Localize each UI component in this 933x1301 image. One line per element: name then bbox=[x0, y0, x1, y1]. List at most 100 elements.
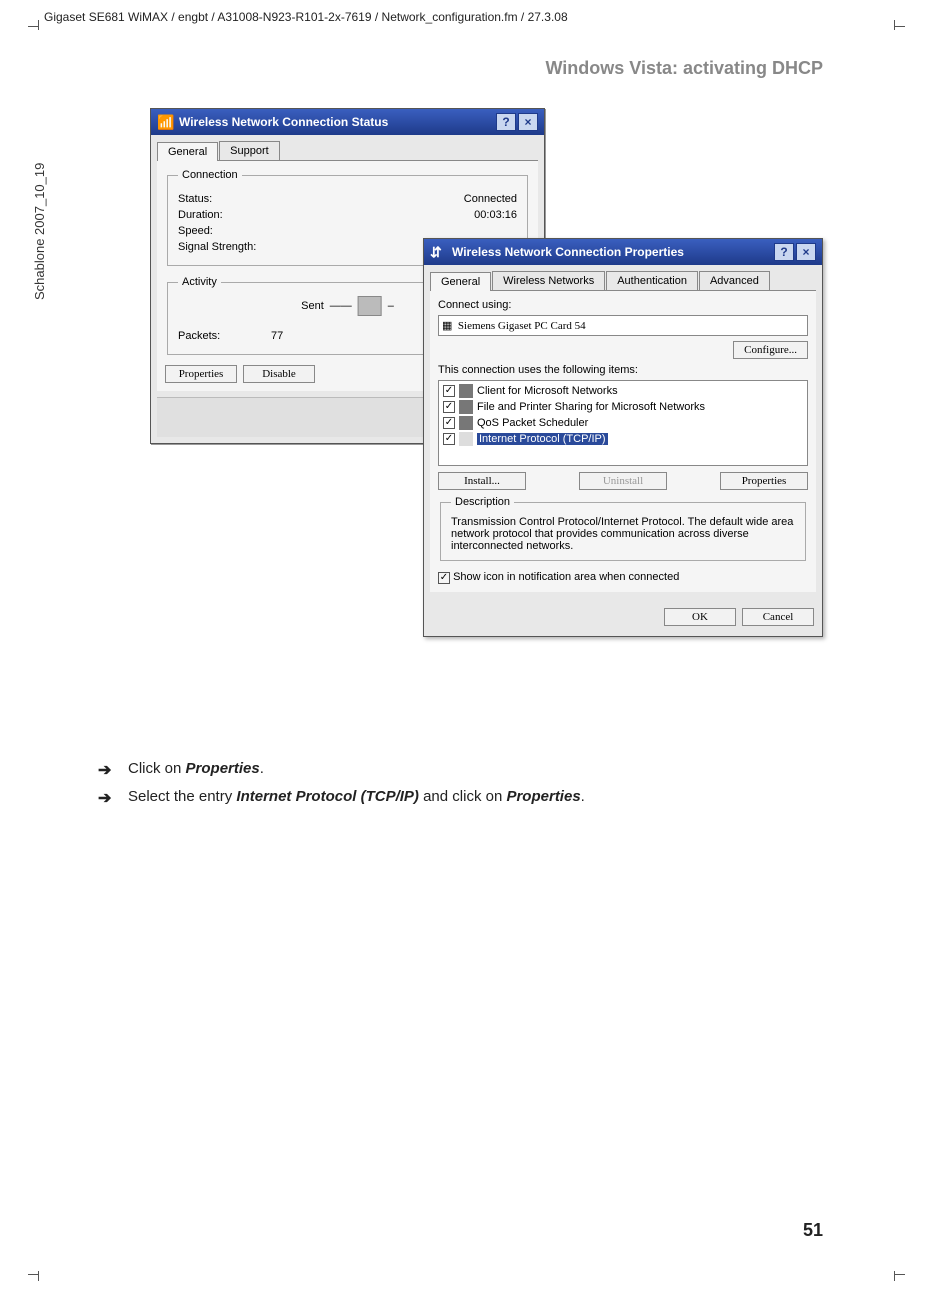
cancel-button[interactable]: Cancel bbox=[742, 608, 814, 626]
list-item-label: Client for Microsoft Networks bbox=[477, 385, 618, 397]
items-button-row: Install... Uninstall Properties bbox=[438, 472, 808, 490]
text: and click on bbox=[419, 788, 507, 805]
checkbox-icon[interactable]: ✓ bbox=[443, 417, 455, 429]
component-icon bbox=[459, 416, 473, 430]
activity-legend: Activity bbox=[178, 276, 221, 288]
adapter-value: Siemens Gigaset PC Card 54 bbox=[458, 320, 586, 332]
checkbox-icon[interactable]: ✓ bbox=[443, 401, 455, 413]
properties-footer: OK Cancel bbox=[424, 598, 822, 636]
item-properties-button[interactable]: Properties bbox=[720, 472, 808, 490]
dash-icon: – bbox=[388, 300, 394, 312]
properties-dialog: ⇵ Wireless Network Connection Properties… bbox=[423, 238, 823, 637]
component-icon bbox=[459, 384, 473, 398]
tab-authentication[interactable]: Authentication bbox=[606, 271, 698, 290]
packets-label: Packets: bbox=[178, 330, 220, 342]
connection-legend: Connection bbox=[178, 169, 242, 181]
computers-icon bbox=[358, 296, 382, 316]
arrow-icon: ➔ bbox=[98, 788, 118, 808]
close-button[interactable]: × bbox=[796, 243, 816, 261]
close-button[interactable]: × bbox=[518, 113, 538, 131]
status-titlebar[interactable]: 📶 Wireless Network Connection Status ? × bbox=[151, 109, 544, 135]
show-icon-row[interactable]: ✓ Show icon in notification area when co… bbox=[438, 571, 808, 584]
document-path: Gigaset SE681 WiMAX / engbt / A31008-N92… bbox=[44, 10, 568, 24]
text: . bbox=[581, 788, 585, 805]
crop-mark bbox=[28, 1274, 38, 1275]
instruction-item: ➔ Select the entry Internet Protocol (TC… bbox=[98, 788, 828, 808]
speed-label: Speed: bbox=[178, 225, 213, 237]
show-icon-label: Show icon in notification area when conn… bbox=[453, 571, 679, 583]
list-item-selected[interactable]: ✓ Internet Protocol (TCP/IP) bbox=[441, 431, 805, 447]
text: . bbox=[260, 760, 264, 777]
status-label: Status: bbox=[178, 193, 212, 205]
packets-value: 77 bbox=[271, 330, 283, 342]
description-legend: Description bbox=[451, 496, 514, 508]
description-text: Transmission Control Protocol/Internet P… bbox=[451, 516, 795, 552]
signal-label: Signal Strength: bbox=[178, 241, 256, 253]
help-button[interactable]: ? bbox=[774, 243, 794, 261]
status-value: Connected bbox=[464, 193, 517, 205]
checkbox-icon[interactable]: ✓ bbox=[443, 433, 455, 445]
description-fieldset: Description Transmission Control Protoco… bbox=[440, 496, 806, 561]
checkbox-icon[interactable]: ✓ bbox=[438, 572, 450, 584]
uninstall-button: Uninstall bbox=[579, 472, 667, 490]
strong-text: Properties bbox=[186, 760, 260, 777]
adapter-field[interactable]: ▦ Siemens Gigaset PC Card 54 bbox=[438, 315, 808, 336]
duration-label: Duration: bbox=[178, 209, 223, 221]
strong-text: Properties bbox=[506, 788, 580, 805]
crop-mark bbox=[895, 26, 905, 27]
wireless-icon: 📶 bbox=[157, 114, 173, 130]
crop-mark bbox=[38, 1271, 39, 1281]
duration-value: 00:03:16 bbox=[474, 209, 517, 221]
disable-button[interactable]: Disable bbox=[243, 365, 315, 383]
tab-wireless-networks[interactable]: Wireless Networks bbox=[492, 271, 605, 290]
properties-button[interactable]: Properties bbox=[165, 365, 237, 383]
list-item-label: QoS Packet Scheduler bbox=[477, 417, 588, 429]
crop-mark bbox=[894, 20, 895, 30]
status-title: Wireless Network Connection Status bbox=[179, 115, 388, 129]
arrow-icon: ➔ bbox=[98, 760, 118, 780]
tab-general-props[interactable]: General bbox=[430, 272, 491, 291]
items-list[interactable]: ✓ Client for Microsoft Networks ✓ File a… bbox=[438, 380, 808, 466]
configure-button[interactable]: Configure... bbox=[733, 341, 808, 359]
tab-support[interactable]: Support bbox=[219, 141, 280, 160]
strong-text: Internet Protocol (TCP/IP) bbox=[236, 788, 419, 805]
template-version: Schablone 2007_10_19 bbox=[32, 163, 47, 300]
list-item[interactable]: ✓ QoS Packet Scheduler bbox=[441, 415, 805, 431]
properties-titlebar[interactable]: ⇵ Wireless Network Connection Properties… bbox=[424, 239, 822, 265]
text: Click on bbox=[128, 760, 186, 777]
connection-icon: ⇵ bbox=[430, 244, 446, 260]
list-item[interactable]: ✓ Client for Microsoft Networks bbox=[441, 383, 805, 399]
page-number: 51 bbox=[803, 1220, 823, 1241]
ok-button[interactable]: OK bbox=[664, 608, 736, 626]
instruction-text: Select the entry Internet Protocol (TCP/… bbox=[128, 788, 585, 808]
items-label: This connection uses the following items… bbox=[438, 364, 808, 376]
crop-mark bbox=[28, 26, 38, 27]
text: Select the entry bbox=[128, 788, 236, 805]
configure-row: Configure... bbox=[438, 344, 808, 356]
checkbox-icon[interactable]: ✓ bbox=[443, 385, 455, 397]
instruction-list: ➔ Click on Properties. ➔ Select the entr… bbox=[98, 760, 828, 816]
tab-general-status[interactable]: General bbox=[157, 142, 218, 161]
install-button[interactable]: Install... bbox=[438, 472, 526, 490]
properties-panel: Connect using: ▦ Siemens Gigaset PC Card… bbox=[430, 291, 816, 592]
help-button[interactable]: ? bbox=[496, 113, 516, 131]
crop-mark bbox=[895, 1274, 905, 1275]
protocol-icon bbox=[459, 432, 473, 446]
component-icon bbox=[459, 400, 473, 414]
list-item[interactable]: ✓ File and Printer Sharing for Microsoft… bbox=[441, 399, 805, 415]
list-item-label: Internet Protocol (TCP/IP) bbox=[477, 433, 608, 445]
crop-mark bbox=[38, 20, 39, 30]
sent-label: Sent bbox=[301, 300, 324, 312]
crop-mark bbox=[894, 1271, 895, 1281]
list-item-label: File and Printer Sharing for Microsoft N… bbox=[477, 401, 705, 413]
adapter-icon: ▦ bbox=[442, 320, 452, 332]
instruction-text: Click on Properties. bbox=[128, 760, 264, 780]
properties-tabbar: General Wireless Networks Authentication… bbox=[430, 271, 816, 291]
tab-advanced[interactable]: Advanced bbox=[699, 271, 770, 290]
properties-title: Wireless Network Connection Properties bbox=[452, 245, 684, 259]
connect-using-label: Connect using: bbox=[438, 299, 808, 311]
status-tabbar: General Support bbox=[157, 141, 538, 161]
section-title: Windows Vista: activating DHCP bbox=[545, 58, 823, 79]
instruction-item: ➔ Click on Properties. bbox=[98, 760, 828, 780]
dash-icon: —— bbox=[330, 300, 352, 312]
